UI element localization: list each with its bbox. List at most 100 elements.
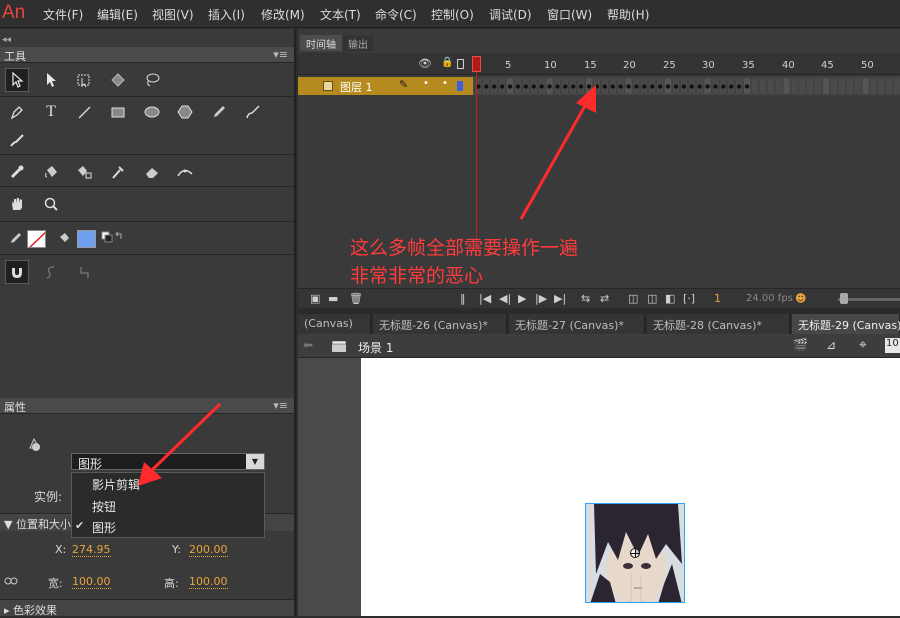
pen-tool-icon[interactable] (5, 100, 29, 124)
transform-point-icon[interactable] (630, 548, 640, 558)
y-value[interactable]: 200.00 (189, 543, 228, 557)
straighten-icon[interactable] (72, 260, 96, 284)
menu-file[interactable]: 文件(F) (43, 6, 83, 23)
zoom-tool-icon[interactable] (39, 192, 63, 216)
collapse-panel-icon[interactable]: ◂◂ (2, 35, 11, 45)
back-arrow-icon[interactable]: ⬅ (303, 338, 313, 352)
chevron-down-icon[interactable]: ▼ (246, 454, 264, 469)
swap-colors-icon[interactable] (101, 230, 131, 248)
keyframe-dot (507, 84, 513, 89)
free-transform-tool-icon[interactable] (72, 68, 96, 92)
center-stage-icon[interactable]: ⌖ (859, 337, 867, 353)
ink-bottle-tool-icon[interactable] (72, 160, 96, 184)
menu-insert[interactable]: 插入(I) (208, 6, 245, 23)
text-tool-icon[interactable]: T (39, 100, 63, 124)
tab-output[interactable]: 输出 (342, 35, 374, 51)
fill-color-swatch[interactable] (77, 230, 96, 248)
ruler-label: 15 (584, 60, 597, 71)
menu-view[interactable]: 视图(V) (152, 6, 194, 23)
character-image-instance[interactable] (585, 503, 685, 603)
menu-window[interactable]: 窗口(W) (547, 6, 592, 23)
step-back-icon[interactable]: ◀| (499, 292, 511, 305)
lock-dot-icon[interactable]: • (442, 78, 448, 89)
doc-tab[interactable]: (Canvas) (298, 314, 371, 334)
new-layer-icon[interactable]: ▣ (310, 292, 320, 305)
paint-brush-tool-icon[interactable] (241, 100, 265, 124)
subselection-tool-icon[interactable] (39, 68, 63, 92)
edit-symbol-icon[interactable]: ⊿ (826, 338, 836, 352)
paint-bucket-tool-icon[interactable] (39, 160, 63, 184)
option-button[interactable]: 按钮 (92, 498, 116, 515)
line-tool-icon[interactable] (72, 100, 96, 124)
zoom-field[interactable]: 10 (885, 338, 900, 353)
doc-tab[interactable]: 无标题-28 (Canvas)* (647, 314, 790, 334)
width-value[interactable]: 100.00 (72, 575, 111, 589)
color-effect-section[interactable]: ▸ 色彩效果 (0, 599, 294, 617)
tab-timeline[interactable]: 时间轴 (300, 35, 342, 51)
bone-tool-icon[interactable] (5, 160, 29, 184)
3d-rotation-tool-icon[interactable] (106, 68, 130, 92)
delete-layer-icon[interactable]: 🗑 (349, 292, 363, 305)
play-icon[interactable]: ▶ (518, 292, 526, 305)
menu-commands[interactable]: 命令(C) (375, 6, 417, 23)
layer-row[interactable]: 图层 1 ✎ • • (298, 77, 473, 95)
properties-menu-icon[interactable]: ▾≡ (273, 399, 288, 412)
zoom-slider-handle[interactable] (840, 293, 848, 304)
onion-markers-icon[interactable]: [·] (683, 292, 695, 305)
option-graphic[interactable]: 图形 (92, 519, 116, 536)
menu-edit[interactable]: 编辑(E) (97, 6, 138, 23)
menu-text[interactable]: 文本(T) (320, 6, 361, 23)
center-frame-icon[interactable]: ⇄ (600, 292, 609, 305)
onion-outline-icon[interactable]: ◫ (647, 292, 657, 305)
step-forward-icon[interactable]: |▶ (535, 292, 547, 305)
snap-to-objects-icon[interactable] (5, 260, 29, 284)
menu-modify[interactable]: 修改(M) (261, 6, 305, 23)
oval-tool-icon[interactable] (140, 100, 164, 124)
scene-label[interactable]: 场景 1 (358, 339, 393, 356)
playhead[interactable] (472, 56, 481, 256)
properties-panel-title: 属性 (4, 401, 26, 414)
new-folder-icon[interactable]: ▬ (328, 292, 338, 305)
lock-ratio-icon[interactable] (3, 574, 19, 591)
menu-debug[interactable]: 调试(D) (489, 6, 532, 23)
pencil-tool-icon[interactable] (207, 100, 231, 124)
doc-tab[interactable]: 无标题-26 (Canvas)* (373, 314, 507, 334)
eye-icon[interactable]: 👁 (418, 57, 432, 70)
visibility-dot-icon[interactable]: • (423, 78, 429, 89)
loop-icon[interactable]: ⇆ (581, 292, 590, 305)
layer-name[interactable]: 图层 1 (340, 79, 373, 95)
eraser-tool-icon[interactable] (140, 160, 164, 184)
timeline-controls: ▣ ▬ 🗑 ‖ |◀ ◀| ▶ |▶ ▶| ⇆ ⇄ ◫ ◫ ◧ [·] 1 24… (298, 288, 900, 308)
current-frame[interactable]: 1 (714, 292, 721, 305)
edit-multiple-icon[interactable]: ◧ (665, 292, 675, 305)
selection-tool-icon[interactable] (5, 68, 29, 92)
frame-rate[interactable]: 24.00 fps (746, 293, 793, 304)
panel-menu-icon[interactable]: ▾≡ (273, 48, 288, 61)
stroke-color-swatch[interactable] (27, 230, 46, 248)
outline-icon[interactable] (457, 59, 464, 69)
camera-icon[interactable]: ☻ (795, 292, 806, 305)
hand-tool-icon[interactable] (5, 192, 29, 216)
height-value[interactable]: 100.00 (189, 575, 228, 589)
onion-skin-icon[interactable]: ◫ (628, 292, 638, 305)
menu-control[interactable]: 控制(O) (431, 6, 474, 23)
eyedropper-tool-icon[interactable] (106, 160, 130, 184)
keyframe-dot (697, 84, 702, 89)
keyframe-dot (665, 84, 671, 89)
doc-tab-active[interactable]: 无标题-29 (Canvas) (792, 314, 900, 334)
lock-icon[interactable]: 🔒 (441, 57, 453, 68)
polystar-tool-icon[interactable] (173, 100, 197, 124)
width-tool-icon[interactable] (173, 160, 197, 184)
outline-color-icon[interactable] (457, 81, 463, 91)
smooth-icon[interactable] (39, 260, 63, 284)
doc-tab[interactable]: 无标题-27 (Canvas)* (509, 314, 645, 334)
edit-scene-icon[interactable]: 🎬 (793, 338, 808, 352)
rectangle-tool-icon[interactable] (106, 100, 130, 124)
last-frame-icon[interactable]: ▶| (554, 292, 566, 305)
frame-cell (877, 77, 886, 95)
lasso-tool-icon[interactable] (140, 68, 164, 92)
first-frame-icon[interactable]: |◀ (479, 292, 491, 305)
brush-tool-icon[interactable] (5, 128, 29, 152)
menu-help[interactable]: 帮助(H) (607, 6, 649, 23)
x-value[interactable]: 274.95 (72, 543, 111, 557)
